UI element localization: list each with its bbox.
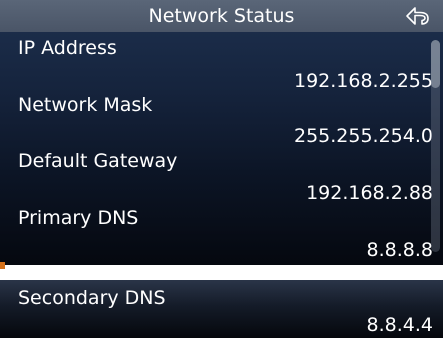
page-title: Network Status (148, 5, 295, 27)
network-mask-value: 255.255.254.0 (293, 125, 433, 147)
ip-address-value: 192.168.2.255 (293, 70, 433, 92)
scrollbar-thumb[interactable] (431, 40, 440, 88)
ip-address-label: IP Address (18, 37, 117, 59)
default-gateway-value: 192.168.2.88 (306, 182, 433, 204)
primary-dns-label: Primary DNS (18, 207, 139, 229)
secondary-dns-label: Secondary DNS (18, 287, 166, 309)
accent-marker (0, 262, 5, 269)
scrollbar[interactable] (431, 40, 440, 252)
secondary-dns-row: Secondary DNS 8.8.4.4 (0, 280, 443, 338)
title-bar: Network Status (0, 0, 443, 32)
secondary-dns-value: 8.8.4.4 (366, 314, 433, 336)
network-status-screen: Network Status IP Address 192.168.2.255 … (0, 0, 443, 265)
default-gateway-label: Default Gateway (18, 150, 178, 172)
back-button[interactable] (405, 5, 431, 27)
back-arrow-icon (406, 7, 429, 25)
primary-dns-value: 8.8.8.8 (366, 239, 433, 261)
network-mask-label: Network Mask (18, 94, 153, 116)
